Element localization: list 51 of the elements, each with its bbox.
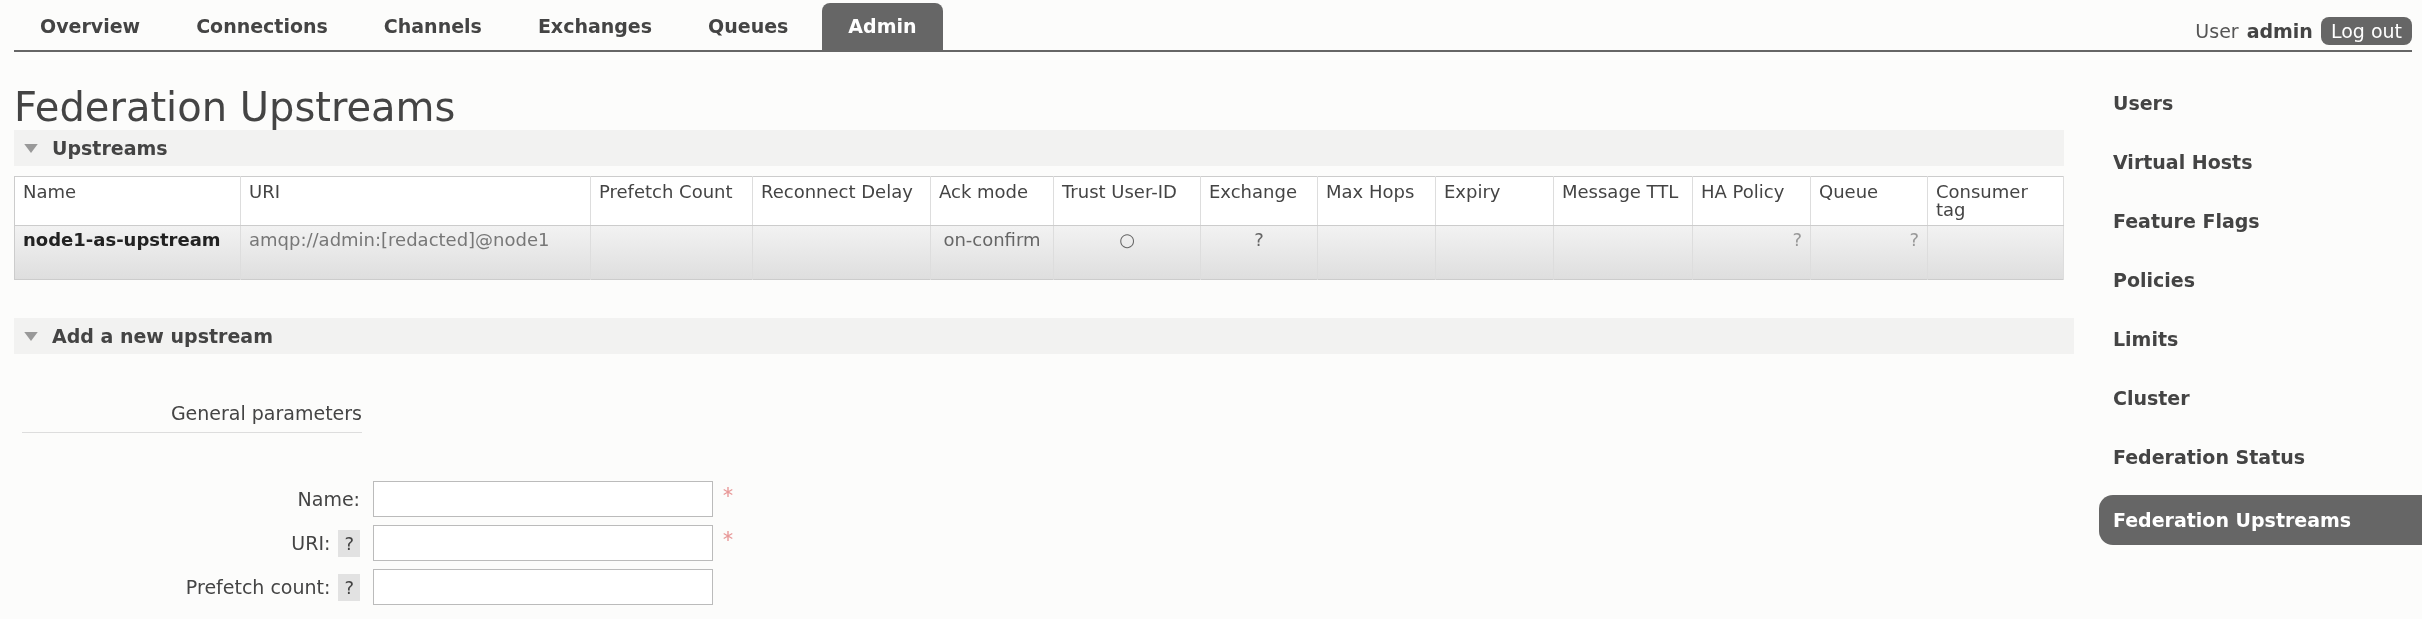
- sidebar-item[interactable]: Limits: [2099, 318, 2422, 377]
- user-name: admin: [2246, 20, 2313, 42]
- input-field[interactable]: [373, 525, 713, 561]
- field-label: URI:: [291, 532, 331, 554]
- help-button[interactable]: ?: [338, 529, 360, 557]
- table-cell: ○: [1053, 225, 1201, 280]
- help-button[interactable]: ?: [338, 573, 360, 601]
- column-header: Expiry: [1435, 176, 1554, 226]
- nav-tab[interactable]: Queues: [680, 3, 817, 50]
- column-header: Queue: [1810, 176, 1928, 226]
- section-header[interactable]: Add a new upstream: [14, 318, 2074, 354]
- nav-tab[interactable]: Channels: [355, 3, 510, 50]
- field-label: Prefetch count:: [185, 576, 331, 598]
- input-field[interactable]: [373, 481, 713, 517]
- table-cell: amqp://admin:[redacted]@node1: [240, 225, 591, 280]
- nav-tab[interactable]: Connections: [168, 3, 356, 50]
- column-header: HA Policy: [1692, 176, 1811, 226]
- table-cell: ?: [1200, 225, 1318, 280]
- table-cell: on-confirm: [930, 225, 1054, 280]
- column-header: Consumer tag: [1927, 176, 2064, 226]
- section-title: Upstreams: [52, 137, 168, 159]
- column-header: Max Hops: [1317, 176, 1436, 226]
- column-header: Name: [14, 176, 241, 226]
- nav-tab[interactable]: Overview: [14, 3, 169, 50]
- input-field[interactable]: [373, 569, 713, 605]
- logout-button[interactable]: Log out: [2320, 17, 2412, 45]
- column-header: URI: [240, 176, 591, 226]
- user-label: User: [2195, 20, 2239, 42]
- section-header[interactable]: Upstreams: [14, 130, 2064, 166]
- sidebar-item[interactable]: Federation Status: [2099, 436, 2422, 495]
- table-cell: node1-as-upstream: [14, 225, 241, 280]
- nav-tab[interactable]: Exchanges: [509, 3, 681, 50]
- sidebar-item[interactable]: Cluster: [2099, 377, 2422, 436]
- column-header: Message TTL: [1553, 176, 1693, 226]
- table-cell: ?: [1810, 225, 1928, 280]
- sidebar-item[interactable]: Feature Flags: [2099, 200, 2422, 259]
- sidebar-item[interactable]: Policies: [2099, 259, 2422, 318]
- table-cell: ?: [1692, 225, 1811, 280]
- column-header: Reconnect Delay: [752, 176, 931, 226]
- nav-tab[interactable]: Admin: [822, 3, 943, 50]
- column-header: Trust User-ID: [1053, 176, 1201, 226]
- page-title: Federation Upstreams: [14, 84, 457, 130]
- field-label: Name:: [297, 488, 360, 510]
- column-header: Exchange: [1200, 176, 1318, 226]
- column-header: Prefetch Count: [590, 176, 753, 226]
- sidebar-item[interactable]: Virtual Hosts: [2099, 141, 2422, 200]
- column-header: Ack mode: [930, 176, 1054, 226]
- group-title: General parameters: [22, 402, 362, 433]
- sidebar-item[interactable]: Users: [2099, 82, 2422, 141]
- sidebar-item[interactable]: Federation Upstreams: [2099, 495, 2422, 545]
- section-title: Add a new upstream: [52, 325, 273, 347]
